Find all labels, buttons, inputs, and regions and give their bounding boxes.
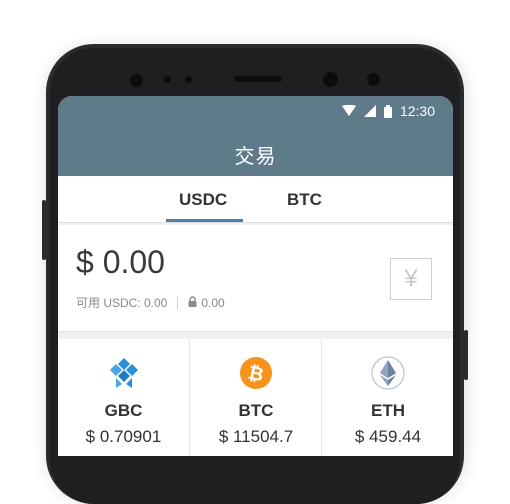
bitcoin-icon: ₿ <box>239 356 273 390</box>
coin-list: GBC $ 0.70901 ₿ BTC $ 11504.7 ETH $ 459.… <box>58 339 453 456</box>
active-tab-indicator <box>166 219 243 222</box>
currency-tabs: USDC BTC <box>58 176 453 223</box>
front-camera-icon <box>130 74 143 87</box>
gbc-logo-icon <box>107 356 141 390</box>
coin-card-eth[interactable]: ETH $ 459.44 <box>321 339 453 456</box>
power-button <box>464 330 468 380</box>
signal-icon <box>363 105 376 117</box>
coin-card-gbc[interactable]: GBC $ 0.70901 <box>58 339 189 456</box>
divider <box>177 295 179 310</box>
camera-icon <box>323 72 338 87</box>
coin-symbol: GBC <box>104 401 143 420</box>
coin-price: $ 11504.7 <box>218 427 294 446</box>
balance-card: $ 0.00 可用 USDC: 0.00 0.00 ¥ <box>58 225 453 332</box>
camera-icon <box>367 73 380 86</box>
volume-button <box>42 200 46 260</box>
tab-btc[interactable]: BTC <box>287 190 322 210</box>
earpiece-speaker <box>234 76 282 82</box>
wifi-icon <box>341 105 356 117</box>
balance-amount: $ 0.00 <box>76 244 165 280</box>
battery-icon <box>383 104 392 118</box>
coin-card-btc[interactable]: ₿ BTC $ 11504.7 <box>189 339 322 456</box>
ethereum-icon <box>371 356 405 390</box>
status-bar: 12:30 <box>341 102 435 120</box>
coin-price: $ 459.44 <box>354 427 422 446</box>
tab-usdc[interactable]: USDC <box>179 190 227 210</box>
coin-price: $ 0.70901 <box>85 427 162 446</box>
coin-symbol: ETH <box>371 401 405 420</box>
balance-details: 可用 USDC: 0.00 0.00 <box>76 294 225 311</box>
status-time: 12:30 <box>399 103 435 119</box>
locked-balance: 0.00 <box>201 295 225 310</box>
page-title: 交易 <box>234 146 277 168</box>
sensor-icon <box>164 76 171 83</box>
sensor-icon <box>185 76 192 83</box>
coin-symbol: BTC <box>238 401 274 420</box>
app-header: 12:30 交易 <box>58 96 453 176</box>
lock-icon <box>188 295 197 310</box>
currency-toggle-button[interactable]: ¥ <box>390 258 432 300</box>
available-balance: 可用 USDC: 0.00 <box>76 296 168 310</box>
app-screen: 12:30 交易 USDC BTC $ 0.00 可用 USDC: 0.00 0… <box>58 96 453 456</box>
